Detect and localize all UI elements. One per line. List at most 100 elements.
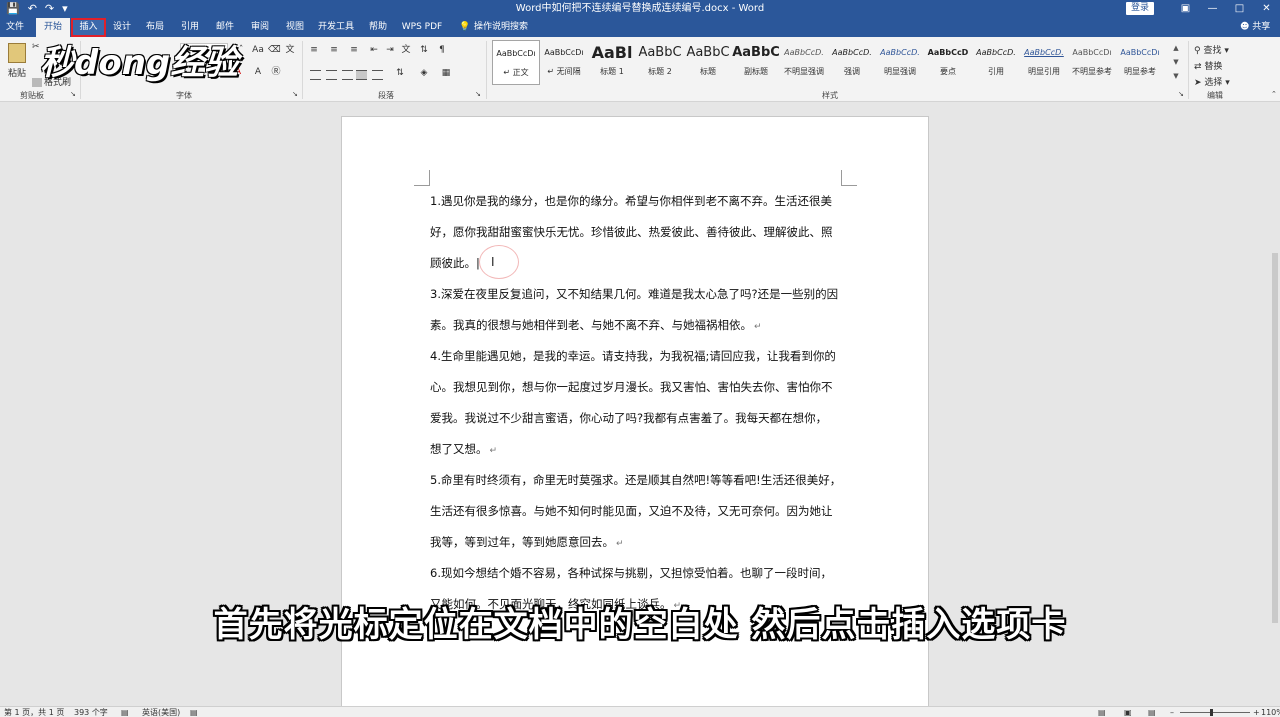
style-intense-quote[interactable]: AaBbCcD. 明显引用 xyxy=(1020,40,1068,85)
line-text: 6.现如今想结个婚不容易，各种试探与挑剔，又担惊受怕着。也聊了一段时间， xyxy=(430,566,832,580)
chevron-down-icon[interactable]: ▼ xyxy=(1171,55,1181,69)
decrease-indent-icon[interactable]: ⇤ xyxy=(368,45,380,56)
styles-launcher-icon[interactable]: ↘ xyxy=(1178,90,1184,98)
style-name: 强调 xyxy=(844,67,860,76)
select-button[interactable]: ➤ 选择 ▾ xyxy=(1194,75,1230,88)
show-marks-icon[interactable]: ¶ xyxy=(436,45,448,56)
zoom-level[interactable]: 110% xyxy=(1261,707,1280,717)
collapse-ribbon-icon[interactable]: ⌃ xyxy=(1271,90,1277,98)
scrollbar-thumb[interactable] xyxy=(1272,253,1278,623)
multilevel-list-icon[interactable]: ≡ xyxy=(348,45,360,56)
align-left-icon[interactable] xyxy=(310,70,321,80)
line-spacing-icon[interactable]: ⇅ xyxy=(394,68,406,79)
ribbon-display-icon[interactable]: ▣ xyxy=(1172,0,1199,18)
style-heading-1[interactable]: AaBl 标题 1 xyxy=(588,40,636,85)
minimize-icon[interactable]: — xyxy=(1199,0,1226,18)
share-button[interactable]: ☻ 共享 xyxy=(1240,18,1270,37)
bullets-icon[interactable]: ≡ xyxy=(308,45,320,56)
justify-icon[interactable] xyxy=(356,70,367,80)
borders-icon[interactable]: ▦ xyxy=(440,68,452,79)
paste-icon[interactable] xyxy=(8,43,26,63)
status-bar: 第 1 页，共 1 页 393 个字 ▤ 英语(美国) ▤ ▤ ▣ ▤ – + … xyxy=(0,706,1280,717)
zoom-slider[interactable] xyxy=(1180,709,1250,716)
web-layout-icon[interactable]: ▤ xyxy=(1148,707,1156,717)
line-text: 3.深爱在夜里反复追问，又不知结果几何。难道是我太心急了吗?还是一些别的因 xyxy=(430,287,839,301)
word-count[interactable]: 393 个字 xyxy=(74,707,108,717)
tab-layout[interactable]: 布局 xyxy=(143,18,167,37)
style-preview: AaBbCcDı xyxy=(1072,48,1112,57)
clipboard-launcher-icon[interactable]: ↘ xyxy=(70,90,76,98)
font-group-label: 字体 xyxy=(176,91,192,100)
print-layout-icon[interactable]: ▣ xyxy=(1124,707,1132,717)
cursor-icon: ➤ xyxy=(1194,78,1202,88)
align-right-icon[interactable] xyxy=(342,70,353,80)
lightbulb-icon[interactable]: 💡 xyxy=(458,18,472,37)
tell-me-search[interactable]: 操作说明搜索 xyxy=(474,18,528,37)
tab-help[interactable]: 帮助 xyxy=(366,18,390,37)
style-heading-2[interactable]: AaBbC 标题 2 xyxy=(636,40,684,85)
font-launcher-icon[interactable]: ↘ xyxy=(292,90,298,98)
replace-button[interactable]: ⇄ 替换 xyxy=(1194,59,1222,72)
line-text: 我等，等到过年，等到她愿意回去。 xyxy=(430,535,614,549)
style-subtitle[interactable]: AaBbC 副标题 xyxy=(732,40,780,85)
replace-icon: ⇄ xyxy=(1194,62,1202,72)
align-center-icon[interactable] xyxy=(326,70,337,80)
macro-icon[interactable]: ▤ xyxy=(190,707,198,717)
shading-icon[interactable]: ◈ xyxy=(418,68,430,79)
distributed-icon[interactable] xyxy=(372,70,383,80)
window-title: Word中如何把不连续编号替换成连续编号.docx - Word xyxy=(515,3,765,14)
char-shading-icon[interactable]: A xyxy=(252,67,264,78)
tab-file[interactable]: 文件 xyxy=(2,18,28,37)
zoom-slider-thumb[interactable] xyxy=(1210,709,1213,716)
style-no-spacing[interactable]: AaBbCcDı ↵ 无间隔 xyxy=(540,40,588,85)
style-intense-emphasis[interactable]: AaBbCcD. 明显强调 xyxy=(876,40,924,85)
paste-button[interactable]: 粘贴 xyxy=(8,66,26,79)
tab-review[interactable]: 审阅 xyxy=(248,18,272,37)
style-title[interactable]: AaBbC 标题 xyxy=(684,40,732,85)
proofing-icon[interactable]: ▤ xyxy=(121,707,129,717)
phonetic-icon[interactable]: 文 xyxy=(284,45,296,56)
line-text: 4.生命里能遇见她，是我的幸运。请支持我，为我祝福;请回应我，让我看到你的 xyxy=(430,349,836,363)
more-icon[interactable]: ▼ xyxy=(1171,69,1181,83)
style-strong[interactable]: AaBbCcD 要点 xyxy=(924,40,972,85)
style-subtle-reference[interactable]: AaBbCcDı 不明显参考 xyxy=(1068,40,1116,85)
tab-developer[interactable]: 开发工具 xyxy=(316,18,356,37)
login-button[interactable]: 登录 xyxy=(1126,2,1154,15)
style-preview: AaBbCcD. xyxy=(784,48,824,57)
change-case-icon[interactable]: Aa xyxy=(252,45,264,56)
tab-view[interactable]: 视图 xyxy=(283,18,307,37)
style-quote[interactable]: AaBbCcD. 引用 xyxy=(972,40,1020,85)
zoom-in-icon[interactable]: + xyxy=(1253,707,1260,717)
read-mode-icon[interactable]: ▤ xyxy=(1098,707,1106,717)
tab-design[interactable]: 设计 xyxy=(110,18,134,37)
line-text: 生活还有很多惊喜。与她不知何时能见面，又迫不及待，又无可奈何。因为她让 xyxy=(430,504,833,518)
style-name: 引用 xyxy=(988,67,1004,76)
tab-mailings[interactable]: 邮件 xyxy=(213,18,237,37)
close-icon[interactable]: ✕ xyxy=(1253,0,1280,18)
paragraph-launcher-icon[interactable]: ↘ xyxy=(475,90,481,98)
clear-format-icon[interactable]: ⌫ xyxy=(268,45,281,56)
numbering-icon[interactable]: ≡ xyxy=(328,45,340,56)
enclose-char-icon[interactable]: Ⓡ xyxy=(270,67,282,78)
page-count[interactable]: 第 1 页，共 1 页 xyxy=(4,707,64,717)
tab-home[interactable]: 开始 xyxy=(36,18,70,37)
find-button[interactable]: ⚲ 查找 ▾ xyxy=(1194,43,1229,56)
cut-icon[interactable]: ✂ xyxy=(32,42,40,52)
tab-references[interactable]: 引用 xyxy=(178,18,202,37)
style-intense-reference[interactable]: AaBbCcDı 明显参考 xyxy=(1116,40,1164,85)
style-emphasis[interactable]: AaBbCcD. 强调 xyxy=(828,40,876,85)
tab-insert[interactable]: 插入 xyxy=(71,18,106,37)
zoom-out-icon[interactable]: – xyxy=(1170,707,1174,717)
style-subtle-emphasis[interactable]: AaBbCcD. 不明显强调 xyxy=(780,40,828,85)
styles-scroll[interactable]: ▲ ▼ ▼ xyxy=(1171,41,1181,83)
style-name: ↵ 无间隔 xyxy=(547,67,581,76)
style-name: ↵ 正文 xyxy=(503,68,529,77)
style-normal[interactable]: AaBbCcDı ↵ 正文 xyxy=(492,40,540,85)
tab-wps-pdf[interactable]: WPS PDF xyxy=(400,18,444,37)
chevron-up-icon[interactable]: ▲ xyxy=(1171,41,1181,55)
language-status[interactable]: 英语(美国) xyxy=(142,707,180,717)
sort-icon[interactable]: ⇅ xyxy=(418,45,430,56)
maximize-icon[interactable]: □ xyxy=(1226,0,1253,18)
increase-indent-icon[interactable]: ⇥ xyxy=(384,45,396,56)
chinese-layout-icon[interactable]: 文 xyxy=(400,45,412,56)
